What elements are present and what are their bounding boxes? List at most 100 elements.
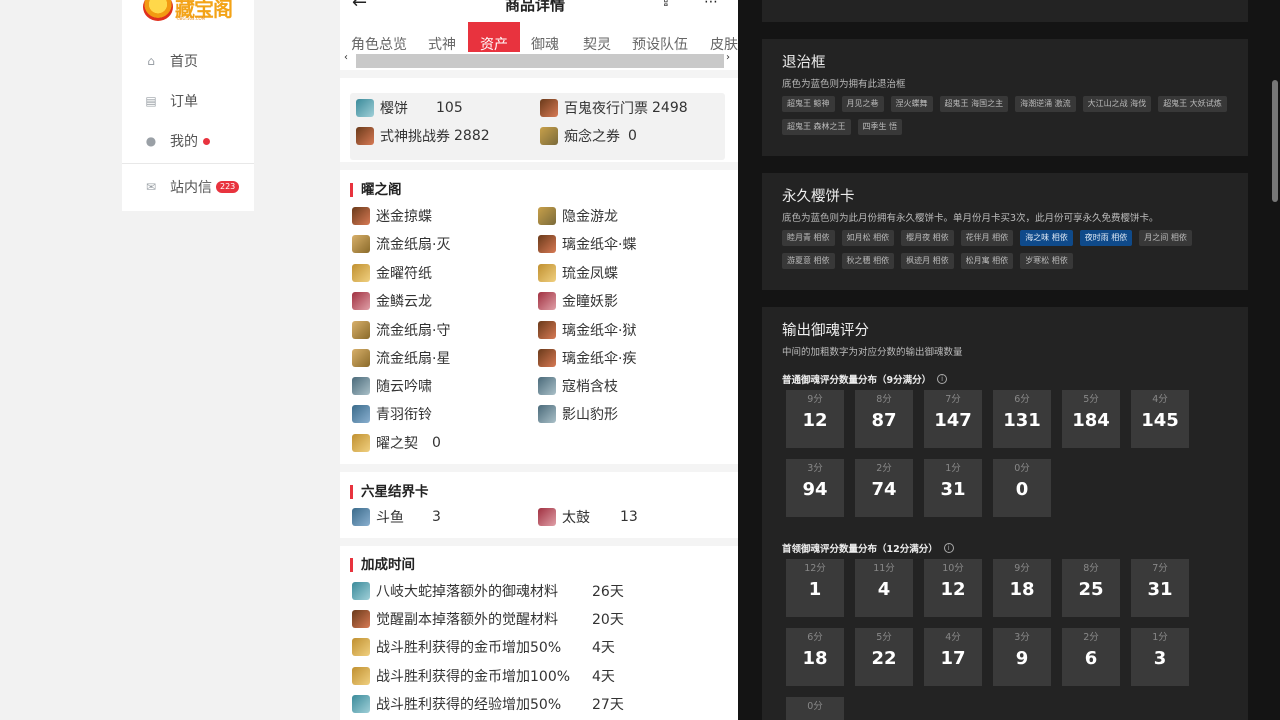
- item-icon: [352, 610, 370, 628]
- list-item: 斗鱼 3: [352, 507, 441, 527]
- item-icon: [538, 207, 556, 225]
- item-icon: [352, 264, 370, 282]
- currency-item: 百鬼夜行门票 2498: [540, 98, 688, 118]
- frame-tag: 樱月夜 相依: [901, 230, 954, 246]
- score-cell: 3分 94: [786, 459, 844, 517]
- score-label: 6分: [807, 632, 823, 643]
- logo-subtext: CBG.163.COM: [177, 16, 206, 21]
- list-item: 随云吟啸: [352, 376, 432, 396]
- page-title: 商品详情: [505, 0, 566, 14]
- score-count: 22: [871, 648, 897, 669]
- score-label: 0分: [1014, 463, 1030, 474]
- nav-item-messages[interactable]: ✉ 站内信 223: [144, 175, 240, 199]
- list-item: 觉醒副本掉落额外的觉醒材料 20天: [352, 609, 624, 629]
- frame-tag: 超鬼王 大妖试炼: [1158, 96, 1227, 112]
- item-icon: [352, 434, 370, 452]
- frame-tag: 枫迹月 相依: [901, 253, 954, 269]
- score-count: 87: [871, 410, 897, 431]
- mail-icon: ✉: [145, 180, 157, 194]
- frame-tag: 海之味 相依: [1020, 230, 1073, 246]
- frame-tag: 岁寒松 相依: [1020, 253, 1073, 269]
- scrollbar-thumb[interactable]: [356, 54, 724, 68]
- info-icon[interactable]: i: [937, 374, 948, 384]
- score-label: 8分: [1083, 563, 1099, 574]
- dark-detail-panel: 退治框 底色为蓝色则为拥有此退治框 超鬼王 鲸神 月见之巷 涅火蝶舞 超鬼王 海国之主…: [738, 0, 1280, 720]
- item-icon: [352, 292, 370, 310]
- currency-name: 百鬼夜行门票: [564, 101, 648, 117]
- score-count: 31: [940, 479, 966, 500]
- item-icon: [352, 377, 370, 395]
- nav-item-orders[interactable]: ▤ 订单: [144, 89, 198, 113]
- score-label: 8分: [876, 394, 892, 405]
- score-count: 147: [934, 410, 972, 431]
- list-item: 战斗胜利获得的经验增加50% 27天: [352, 694, 624, 714]
- coin-icon: [352, 638, 370, 656]
- score-count: 6: [1084, 648, 1098, 669]
- challenge-ticket-icon: [356, 127, 374, 145]
- score-label: 11分: [873, 563, 895, 574]
- score-label: 7分: [945, 394, 961, 405]
- nav-item-label: 我的: [170, 134, 198, 150]
- frame-tag: 松月寓 相依: [960, 253, 1014, 269]
- score-count: 0: [1015, 479, 1029, 500]
- more-icon[interactable]: ⋯: [704, 0, 718, 10]
- item-icon: [352, 582, 370, 600]
- tag-list: 睦月青 相依 如月松 相依 樱月夜 相依 花伴月 相依 海之味 相依 夜时雨 相依 月之间 …: [782, 230, 1232, 269]
- score-label: 10分: [942, 563, 964, 574]
- scroll-right-icon[interactable]: ›: [726, 52, 730, 63]
- frame-tag: 游夏意 相依: [782, 253, 835, 269]
- yuhun-score-card: 输出御魂评分 中间的加粗数字为对应分数的输出御魂数量 普通御魂评分数量分布（9分…: [762, 307, 1248, 720]
- score-label: 6分: [1014, 394, 1030, 405]
- list-item: 战斗胜利获得的金币增加100% 4天: [352, 666, 615, 686]
- sakura-cake-icon: [356, 99, 374, 117]
- score-cell: 10分 12: [924, 559, 982, 617]
- site-logo[interactable]: 藏宝阁 CBG.163.COM: [143, 0, 233, 22]
- score-count: 74: [871, 479, 897, 500]
- nav-item-label: 订单: [170, 94, 198, 110]
- list-item: 流金纸扇·灭: [352, 234, 450, 254]
- frame-tag: 如月松 相依: [841, 230, 895, 246]
- item-icon: [352, 235, 370, 253]
- score-count: 17: [940, 648, 966, 669]
- exp-icon: [352, 695, 370, 713]
- list-item: 影山豹形: [538, 404, 618, 424]
- score-label: 3分: [1014, 632, 1030, 643]
- page-scrollbar[interactable]: [1272, 80, 1278, 202]
- divider: [122, 163, 254, 164]
- tab-scrollbar[interactable]: ‹ ›: [340, 52, 738, 70]
- currency-item: 式神挑战券 2882: [356, 126, 490, 146]
- currency-section: 樱饼 105 百鬼夜行门票 2498 式神挑战券 2882 痴念之券 0: [340, 78, 738, 162]
- back-arrow-icon[interactable]: ←: [352, 0, 367, 13]
- share-icon[interactable]: ⇪: [660, 0, 672, 10]
- card-title: 永久樱饼卡: [782, 189, 855, 205]
- score-cell: 9分 18: [993, 559, 1051, 617]
- frame-tag: 涅火蝶舞: [890, 96, 933, 112]
- list-item: 太鼓 13: [538, 507, 638, 527]
- info-icon[interactable]: i: [943, 543, 954, 553]
- nav-item-mine[interactable]: ● 我的: [144, 129, 210, 153]
- item-icon: [538, 405, 556, 423]
- jiejie-card-section: 六星结界卡 斗鱼 3 太鼓 13: [340, 472, 738, 538]
- item-icon: [352, 405, 370, 423]
- list-item: 金曜符纸: [352, 263, 432, 283]
- score-label: 5分: [1083, 394, 1099, 405]
- score-label: 9分: [1014, 563, 1030, 574]
- frame-tag: 超鬼王 森林之王: [782, 119, 851, 135]
- score-count: 31: [1147, 579, 1173, 600]
- list-item: 流金纸扇·星: [352, 348, 450, 368]
- frame-tag: 月见之巷: [841, 96, 884, 112]
- score-count: 184: [1072, 410, 1110, 431]
- score-cell: 8分 25: [1062, 559, 1120, 617]
- item-icon: [538, 377, 556, 395]
- list-item: 流金纸扇·守: [352, 320, 450, 340]
- logo-icon: [143, 0, 173, 21]
- frame-tag: 四季生 悟: [857, 119, 903, 135]
- score-count: 1: [808, 579, 822, 600]
- item-icon: [538, 235, 556, 253]
- nav-item-home[interactable]: ⌂ 首页: [144, 49, 198, 73]
- score-count: 3: [1153, 648, 1167, 669]
- score-cell: 12分 1: [786, 559, 844, 617]
- list-item: 金瞳妖影: [538, 291, 618, 311]
- item-icon: [538, 321, 556, 339]
- scroll-left-icon[interactable]: ‹: [344, 52, 348, 63]
